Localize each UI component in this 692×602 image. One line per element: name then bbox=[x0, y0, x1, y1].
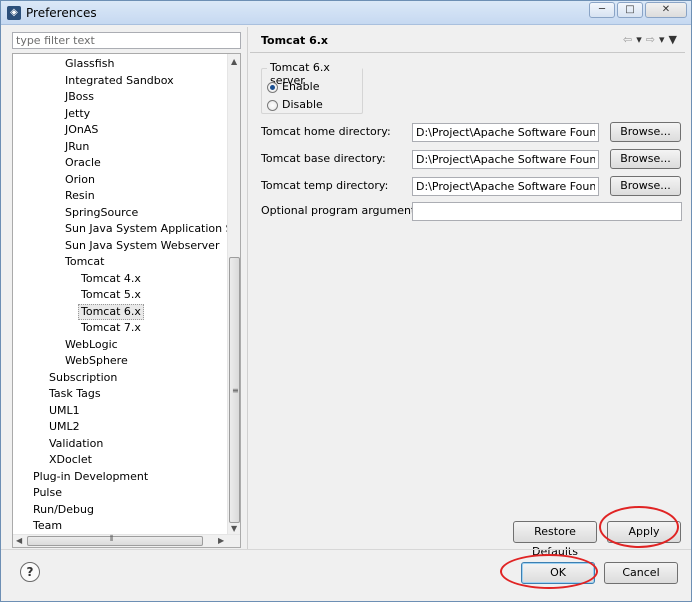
tree-item[interactable]: Plug-in Development bbox=[33, 469, 148, 485]
pane-sash[interactable] bbox=[247, 27, 248, 549]
footer-separator bbox=[1, 549, 691, 550]
tree-item[interactable]: Run/Debug bbox=[33, 502, 94, 518]
home-directory-input[interactable] bbox=[412, 123, 599, 142]
grip-icon: ⦀ bbox=[110, 534, 114, 543]
base-directory-label: Tomcat base directory: bbox=[261, 152, 386, 165]
browse-base-button[interactable]: Browse... bbox=[610, 149, 681, 169]
forward-arrow-icon[interactable]: ⇨ bbox=[646, 33, 655, 46]
tree-item[interactable]: Sun Java System Webserver bbox=[65, 238, 219, 254]
page-title: Tomcat 6.x bbox=[261, 34, 329, 47]
tree-item[interactable]: Glassfish bbox=[65, 56, 114, 72]
tree-item[interactable]: XDoclet bbox=[49, 452, 92, 468]
tree-item[interactable]: SpringSource bbox=[65, 205, 138, 221]
enable-radio[interactable] bbox=[267, 81, 278, 93]
enable-option[interactable]: Enable bbox=[267, 79, 319, 95]
close-button[interactable]: ✕ bbox=[645, 2, 687, 18]
maximize-button[interactable]: □ bbox=[617, 2, 643, 18]
scroll-left-arrow-icon[interactable]: ◀ bbox=[16, 536, 22, 545]
back-arrow-icon[interactable]: ⇦ bbox=[623, 33, 632, 46]
home-directory-label: Tomcat home directory: bbox=[261, 125, 391, 138]
tree-item[interactable]: Tomcat 7.x bbox=[81, 320, 141, 336]
scroll-up-arrow-icon[interactable]: ▲ bbox=[231, 57, 237, 66]
tree-item[interactable]: Validation bbox=[49, 436, 103, 452]
grip-icon: ≡ bbox=[232, 386, 239, 395]
preference-page: Tomcat 6.x ⇦ ▾ ⇨ ▾ ▼ Tomcat 6.x server E… bbox=[250, 30, 685, 558]
tree-item[interactable]: Tomcat 5.x bbox=[81, 287, 141, 303]
tree-item[interactable]: Tomcat bbox=[65, 254, 104, 270]
scroll-right-arrow-icon[interactable]: ▶ bbox=[218, 536, 224, 545]
tree-item[interactable]: Team bbox=[33, 518, 62, 534]
tree-item[interactable]: JOnAS bbox=[65, 122, 98, 138]
enable-label: Enable bbox=[282, 80, 320, 93]
left-pane: GlassfishIntegrated SandboxJBossJettyJOn… bbox=[9, 30, 242, 549]
title-separator bbox=[250, 52, 685, 53]
help-icon[interactable]: ? bbox=[20, 562, 40, 582]
tree-vertical-scrollbar[interactable]: ▲ ≡ ▼ bbox=[227, 54, 240, 534]
forward-menu-chevron-down-icon[interactable]: ▾ bbox=[659, 33, 665, 46]
eclipse-icon: ◈ bbox=[7, 6, 21, 20]
minimize-button[interactable]: ─ bbox=[589, 2, 615, 18]
tree-item[interactable]: UML2 bbox=[49, 419, 80, 435]
program-arguments-input[interactable] bbox=[412, 202, 682, 221]
tree-horizontal-scroll-thumb[interactable]: ⦀ bbox=[27, 534, 203, 546]
window-controls: ─ □ ✕ bbox=[589, 2, 687, 18]
browse-home-button[interactable]: Browse... bbox=[610, 122, 681, 142]
tree-item[interactable]: Integrated Sandbox bbox=[65, 73, 174, 89]
preference-tree: Glassfish Integrated Sandbox JBoss Jetty JOn… bbox=[12, 53, 241, 548]
disable-option[interactable]: Disable bbox=[267, 97, 323, 113]
cancel-button[interactable]: Cancel bbox=[604, 562, 678, 584]
tree-item[interactable]: JBoss bbox=[65, 89, 94, 105]
tree-item[interactable]: Tomcat 4.x bbox=[81, 271, 141, 287]
tree-item[interactable]: Subscription bbox=[49, 370, 117, 386]
tree-item[interactable]: Pulse bbox=[33, 485, 62, 501]
window-title: Preferences bbox=[26, 6, 97, 20]
ok-button[interactable]: OK bbox=[521, 562, 595, 584]
server-group: Tomcat 6.x server Enable Disable bbox=[261, 61, 363, 114]
view-menu-chevron-down-icon[interactable]: ▼ bbox=[669, 33, 677, 46]
tree-item[interactable]: WebLogic bbox=[65, 337, 118, 353]
filter-input[interactable] bbox=[12, 32, 241, 49]
tree-item[interactable]: Orion bbox=[65, 172, 95, 188]
base-directory-input[interactable] bbox=[412, 150, 599, 169]
tree-item[interactable]: WebSphere bbox=[65, 353, 128, 369]
tree-item[interactable]: Oracle bbox=[65, 155, 101, 171]
disable-label: Disable bbox=[282, 98, 323, 111]
apply-button[interactable]: Apply bbox=[607, 521, 681, 543]
tree-item[interactable]: Task Tags bbox=[49, 386, 101, 402]
title-bar[interactable]: ◈ Preferences ─ □ ✕ bbox=[1, 1, 691, 25]
preferences-window: ◈ Preferences ─ □ ✕ GlassfishIntegrated … bbox=[0, 0, 692, 602]
tree-item[interactable]: Resin bbox=[65, 188, 95, 204]
browse-temp-button[interactable]: Browse... bbox=[610, 176, 681, 196]
restore-defaults-button[interactable]: Restore Defaults bbox=[513, 521, 597, 558]
scroll-down-arrow-icon[interactable]: ▼ bbox=[231, 524, 237, 533]
temp-directory-label: Tomcat temp directory: bbox=[261, 179, 389, 192]
tree-item[interactable]: UML1 bbox=[49, 403, 80, 419]
tree-item[interactable]: JRun bbox=[65, 139, 89, 155]
page-navigation: ⇦ ▾ ⇨ ▾ ▼ bbox=[623, 33, 677, 46]
back-menu-chevron-down-icon[interactable]: ▾ bbox=[636, 33, 642, 46]
temp-directory-input[interactable] bbox=[412, 177, 599, 196]
disable-radio[interactable] bbox=[267, 99, 278, 111]
tree-vertical-scroll-thumb[interactable]: ≡ bbox=[229, 257, 240, 523]
tree-horizontal-scrollbar[interactable]: ◀ ⦀ ▶ bbox=[13, 534, 240, 547]
program-arguments-label: Optional program arguments: bbox=[261, 204, 425, 217]
tree-item[interactable]: Tomcat 6.x bbox=[78, 303, 144, 320]
tree-item[interactable]: Jetty bbox=[65, 106, 90, 122]
tree-item[interactable]: Sun Java System Application Serve bbox=[65, 221, 240, 237]
